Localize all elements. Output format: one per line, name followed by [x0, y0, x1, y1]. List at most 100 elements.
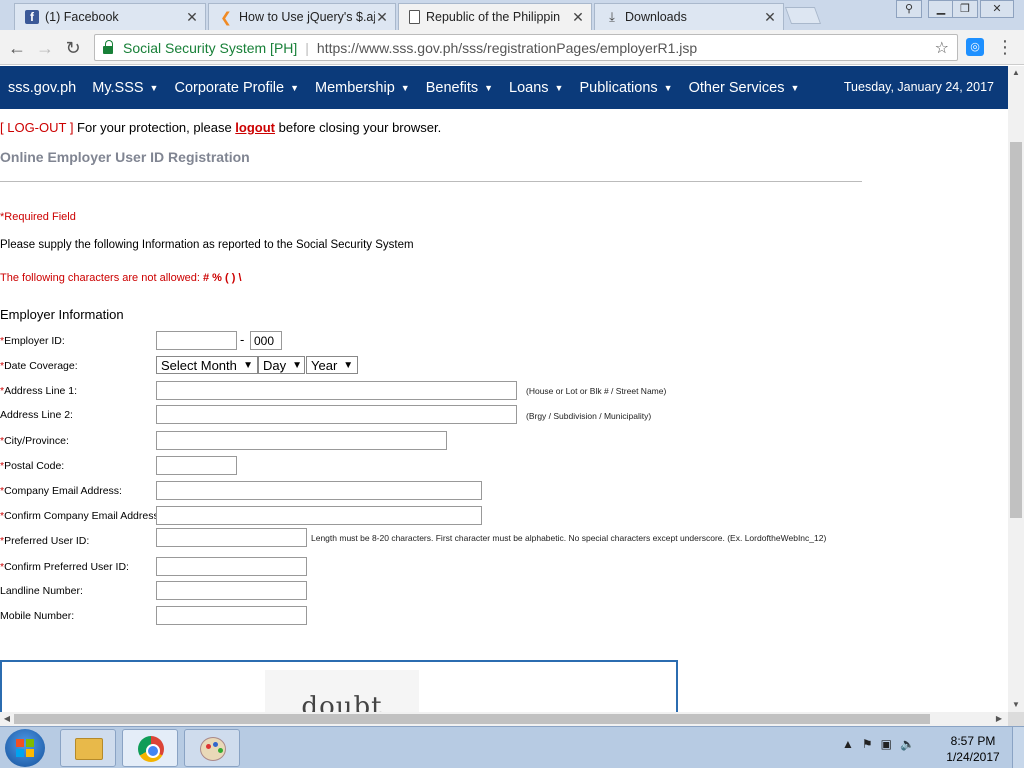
show-hidden-icons-arrow[interactable]: ▲: [842, 737, 854, 751]
system-tray: ▲ ⚑ ▣ 🔈: [842, 737, 915, 751]
jquery-icon: ❮: [220, 9, 232, 25]
city-province-input[interactable]: [156, 431, 447, 450]
start-button[interactable]: [5, 729, 45, 767]
company-email-input[interactable]: [156, 481, 482, 500]
dropdown-arrow-icon: ▼: [343, 359, 354, 371]
download-icon: ⤓: [609, 9, 615, 24]
horizontal-scroll-thumb[interactable]: [14, 714, 930, 724]
section-title: Employer Information: [0, 307, 124, 322]
action-center-flag-icon[interactable]: ⚑: [862, 737, 873, 751]
minimize-button[interactable]: ▁: [928, 0, 954, 18]
not-allowed-chars-note: The following characters are not allowed…: [0, 272, 242, 284]
nav-item-my-sss[interactable]: My.SSS ▼: [84, 80, 166, 96]
nav-item-other-services[interactable]: Other Services ▼: [681, 80, 808, 96]
logout-link[interactable]: logout: [235, 120, 275, 135]
postal-code-label: *Postal Code:: [0, 460, 64, 472]
vertical-scroll-thumb[interactable]: [1010, 142, 1022, 518]
captcha-panel: doubt: [0, 660, 678, 712]
address-line-2-input[interactable]: [156, 405, 517, 424]
year-select[interactable]: Year ▼: [306, 356, 358, 374]
preferred-user-id-label: *Preferred User ID:: [0, 535, 89, 547]
extension-icon[interactable]: ◎: [966, 38, 984, 56]
close-icon[interactable]: ✕: [375, 9, 389, 26]
close-icon[interactable]: ✕: [763, 9, 777, 26]
landline-number-label: Landline Number:: [0, 585, 83, 597]
nav-item-label: Membership: [315, 79, 395, 96]
show-desktop-button[interactable]: [1012, 727, 1024, 768]
label-text: Address Line 2:: [0, 409, 73, 421]
not-allowed-prefix: The following characters are not allowed…: [0, 272, 203, 284]
volume-icon[interactable]: 🔈: [900, 737, 915, 751]
nav-item-label: Benefits: [425, 79, 479, 96]
document-icon: [409, 10, 420, 24]
tab-facebook[interactable]: f (1) Facebook ✕: [14, 3, 206, 30]
year-select-value: Year: [311, 357, 338, 373]
logout-notice-pre: For your protection, please: [73, 120, 236, 135]
postal-code-input[interactable]: [156, 456, 237, 475]
nav-item-benefits[interactable]: Benefits ▼: [418, 80, 501, 96]
landline-number-input[interactable]: [156, 581, 307, 600]
nav-item-label: My.SSS: [92, 79, 144, 96]
logout-bracket[interactable]: [ LOG-OUT ]: [0, 120, 73, 135]
facebook-icon: f: [25, 10, 39, 24]
nav-item-home[interactable]: sss.gov.ph: [0, 80, 84, 96]
close-icon[interactable]: ✕: [185, 9, 199, 26]
tab-downloads[interactable]: ⤓ Downloads ✕: [594, 3, 784, 30]
address-line-2-hint: (Brgy / Subdivision / Municipality): [526, 411, 652, 421]
employer-id-suffix-input[interactable]: [250, 331, 282, 350]
nav-item-label: Publications: [579, 79, 658, 96]
dropdown-arrow-icon: ▼: [292, 359, 303, 371]
url-separator: |: [305, 39, 309, 56]
nav-item-publications[interactable]: Publications ▼: [571, 80, 680, 96]
caret-down-icon: ▼: [554, 82, 564, 93]
scroll-left-arrow-icon[interactable]: ◀: [0, 712, 14, 726]
nav-item-label: Other Services: [688, 79, 785, 96]
menu-dots-icon[interactable]: ⋮: [996, 36, 1014, 58]
scroll-up-arrow-icon[interactable]: ▲: [1008, 66, 1024, 80]
taskbar-chrome[interactable]: [122, 729, 178, 767]
folder-icon: [75, 738, 103, 760]
label-text: Landline Number:: [0, 585, 83, 597]
divider: [0, 181, 862, 182]
caret-down-icon: ▼: [663, 82, 673, 93]
nav-item-loans[interactable]: Loans ▼: [501, 80, 571, 96]
close-icon[interactable]: ✕: [571, 9, 585, 26]
url-text[interactable]: https://www.sss.gov.ph/sss/registrationP…: [317, 40, 935, 56]
bookmark-star-icon[interactable]: ☆: [935, 38, 949, 58]
preferred-user-id-input[interactable]: [156, 528, 307, 547]
label-text: Preferred User ID:: [4, 535, 90, 547]
logout-notice-post: before closing your browser.: [275, 120, 442, 135]
employer-id-input[interactable]: [156, 331, 237, 350]
horizontal-scrollbar[interactable]: ◀ ▶: [0, 712, 1008, 726]
month-select[interactable]: Select Month ▼: [156, 356, 258, 374]
user-profile-icon[interactable]: ⚲: [896, 0, 922, 18]
day-select[interactable]: Day ▼: [258, 356, 305, 374]
mobile-number-input[interactable]: [156, 606, 307, 625]
tab-jquery[interactable]: ❮ How to Use jQuery's $.aja ✕: [208, 3, 396, 30]
restore-button[interactable]: ❐: [952, 0, 978, 18]
nav-item-membership[interactable]: Membership ▼: [307, 80, 418, 96]
not-allowed-chars: # % ( ) \: [203, 272, 242, 284]
month-select-value: Select Month: [161, 357, 237, 373]
reload-icon[interactable]: ↻: [62, 37, 84, 59]
back-arrow-icon[interactable]: ←: [6, 37, 28, 59]
windows-logo-icon: [16, 739, 34, 757]
taskbar-paint[interactable]: [184, 729, 240, 767]
nav-item-corporate-profile[interactable]: Corporate Profile ▼: [166, 80, 307, 96]
label-text: Date Coverage:: [4, 360, 78, 372]
scroll-down-arrow-icon[interactable]: ▼: [1008, 698, 1024, 712]
system-clock[interactable]: 8:57 PM 1/24/2017: [940, 733, 1006, 765]
vertical-scrollbar[interactable]: ▲ ▼: [1008, 66, 1024, 712]
confirm-preferred-user-id-input[interactable]: [156, 557, 307, 576]
date-coverage-label: *Date Coverage:: [0, 360, 78, 372]
confirm-company-email-input[interactable]: [156, 506, 482, 525]
close-window-button[interactable]: ✕: [980, 0, 1014, 18]
address-bar[interactable]: Social Security System [PH] | https://ww…: [94, 34, 958, 61]
network-icon[interactable]: ▣: [881, 737, 892, 751]
taskbar-file-explorer[interactable]: [60, 729, 116, 767]
new-tab-button[interactable]: [784, 7, 822, 24]
forward-arrow-icon[interactable]: →: [34, 37, 56, 59]
address-line-1-input[interactable]: [156, 381, 517, 400]
tab-sss-active[interactable]: Republic of the Philippin ✕: [398, 3, 592, 30]
scroll-right-arrow-icon[interactable]: ▶: [992, 712, 1006, 726]
